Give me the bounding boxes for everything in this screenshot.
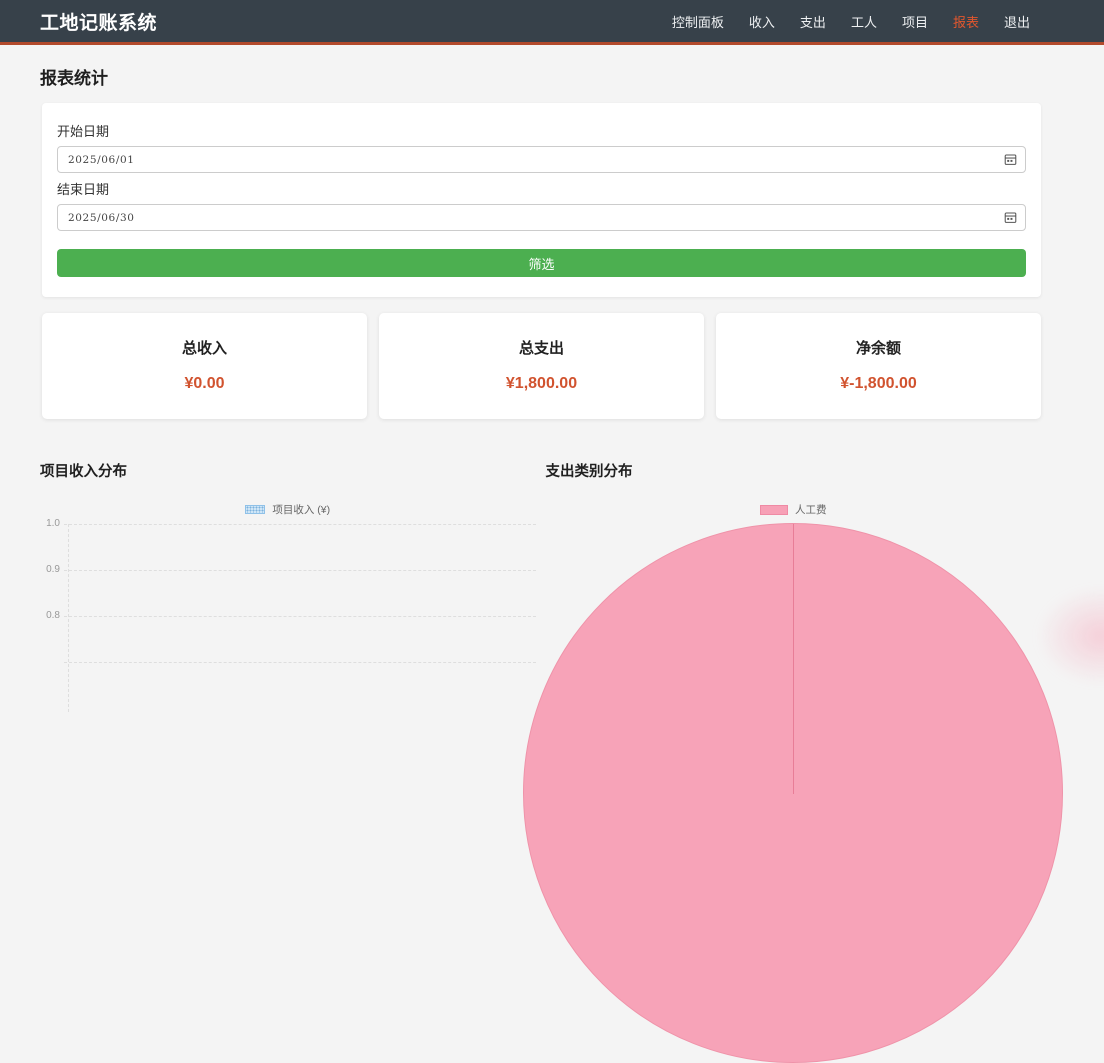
calendar-icon[interactable] xyxy=(1004,153,1017,166)
stat-value: ¥0.00 xyxy=(52,375,357,393)
expense-category-chart: 支出类别分布 人工费 xyxy=(546,460,1042,692)
stat-card-net-balance: 净余额 ¥-1,800.00 xyxy=(716,313,1041,419)
bar-chart-legend[interactable]: 项目收入 (¥) xyxy=(40,502,536,517)
y-axis-line xyxy=(68,524,69,712)
date-filter-card: 开始日期 结束日期 筛选 xyxy=(42,103,1041,297)
nav-item-logout[interactable]: 退出 xyxy=(1004,12,1030,31)
stat-card-total-expense: 总支出 ¥1,800.00 xyxy=(379,313,704,419)
pie-chart-legend[interactable]: 人工费 xyxy=(546,502,1042,517)
stat-label: 净余额 xyxy=(726,337,1031,358)
app-title: 工地记账系统 xyxy=(40,8,672,35)
stat-value: ¥-1,800.00 xyxy=(726,375,1031,393)
chart-title: 项目收入分布 xyxy=(40,460,536,481)
start-date-input[interactable] xyxy=(57,146,1026,173)
y-tick-label: 1.0 xyxy=(40,518,60,529)
legend-swatch-bar xyxy=(245,505,265,514)
legend-swatch-pie xyxy=(760,505,788,515)
y-tick-label: 0.8 xyxy=(40,610,60,621)
end-date-wrap xyxy=(57,204,1026,231)
nav-item-income[interactable]: 收入 xyxy=(749,12,775,31)
stat-value: ¥1,800.00 xyxy=(389,375,694,393)
nav-item-projects[interactable]: 项目 xyxy=(902,12,928,31)
gridline xyxy=(64,570,536,571)
chart-title: 支出类别分布 xyxy=(546,460,1042,481)
stat-label: 总收入 xyxy=(52,337,357,358)
legend-label: 项目收入 (¥) xyxy=(272,502,330,517)
page-title: 报表统计 xyxy=(40,64,1064,89)
pie-slice-border xyxy=(793,524,794,794)
start-date-wrap xyxy=(57,146,1026,173)
bar-chart-plot: 1.0 0.9 0.8 xyxy=(40,522,536,692)
end-date-input[interactable] xyxy=(57,204,1026,231)
gridline xyxy=(64,662,536,663)
pie-chart-plot xyxy=(546,523,1042,663)
start-date-label: 开始日期 xyxy=(57,121,1026,140)
stat-label: 总支出 xyxy=(389,337,694,358)
nav-item-workers[interactable]: 工人 xyxy=(851,12,877,31)
nav-item-dashboard[interactable]: 控制面板 xyxy=(672,12,724,31)
stats-row: 总收入 ¥0.00 总支出 ¥1,800.00 净余额 ¥-1,800.00 xyxy=(42,313,1041,419)
end-date-label: 结束日期 xyxy=(57,179,1026,198)
calendar-icon[interactable] xyxy=(1004,211,1017,224)
gridline xyxy=(64,524,536,525)
main-nav: 控制面板 收入 支出 工人 项目 报表 退出 xyxy=(672,12,1030,31)
app-header: 工地记账系统 控制面板 收入 支出 工人 项目 报表 退出 xyxy=(0,0,1104,45)
pie-slice-labor-cost xyxy=(523,523,1063,1063)
charts-row: 项目收入分布 项目收入 (¥) 1.0 0.9 0.8 支出类别分布 人工费 xyxy=(40,460,1041,692)
nav-item-expense[interactable]: 支出 xyxy=(800,12,826,31)
project-income-chart: 项目收入分布 项目收入 (¥) 1.0 0.9 0.8 xyxy=(40,460,536,692)
filter-button[interactable]: 筛选 xyxy=(57,249,1026,277)
stat-card-total-income: 总收入 ¥0.00 xyxy=(42,313,367,419)
legend-label: 人工费 xyxy=(795,502,827,517)
nav-item-reports[interactable]: 报表 xyxy=(953,12,979,31)
y-tick-label: 0.9 xyxy=(40,564,60,575)
